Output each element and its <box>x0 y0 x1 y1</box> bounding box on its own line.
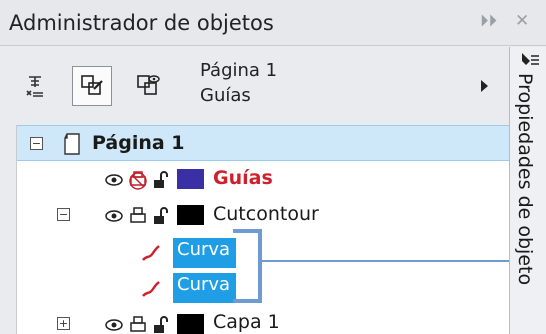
unlocked-icon[interactable] <box>152 206 172 226</box>
swatch-fill <box>177 169 204 189</box>
printer-icon[interactable] <box>128 315 148 334</box>
expand-layer-toggle[interactable]: + <box>57 317 70 330</box>
flyout-menu-arrow-icon[interactable] <box>481 80 488 92</box>
object-tree: − Página 1 Guías − Cutcontour Curva Curv… <box>16 125 510 334</box>
collapse-page-toggle[interactable]: − <box>30 137 43 150</box>
tree-row-layer-capa1[interactable]: + Capa 1 <box>17 308 510 334</box>
current-layer-label: Guías <box>200 85 251 106</box>
layer-options-icon <box>26 76 43 97</box>
callout-bracket <box>233 229 262 303</box>
eye-icon[interactable] <box>104 315 124 334</box>
layer-options-button[interactable] <box>16 66 56 106</box>
curve-icon <box>142 245 160 261</box>
object-properties-side-tab[interactable]: Propiedades de objeto <box>509 47 546 334</box>
tree-row-layer-cutcontour[interactable]: − Cutcontour <box>17 197 510 233</box>
object-manager-toolbar: Página 1 Guías <box>0 47 509 121</box>
collapse-icon[interactable]: ⏵⏵ <box>480 11 497 31</box>
eye-icon[interactable] <box>104 170 124 190</box>
tree-row-object-curve[interactable]: Curva <box>17 235 510 270</box>
docker-title-bar: Administrador de objetos ⏵⏵ ✕ <box>0 0 546 46</box>
printer-icon[interactable] <box>128 206 148 226</box>
edit-across-layers-button[interactable] <box>72 66 112 106</box>
callout-line <box>262 260 512 262</box>
edit-across-layers-icon <box>81 75 103 95</box>
curve-icon <box>142 281 160 297</box>
layer-label-cutcontour: Cutcontour <box>213 203 319 225</box>
object-label-curve-2[interactable]: Curva <box>173 273 237 303</box>
layer-label-capa1: Capa 1 <box>213 311 280 333</box>
eye-icon[interactable] <box>104 206 124 226</box>
object-properties-icon <box>522 53 539 65</box>
layer-manager-view-icon <box>137 75 160 95</box>
page-label: Página 1 <box>92 132 185 154</box>
unlocked-icon[interactable] <box>152 315 172 334</box>
object-label-curve-1[interactable]: Curva <box>173 238 237 268</box>
printer-disabled-icon[interactable] <box>128 170 148 190</box>
layer-label-guides: Guías <box>213 167 273 189</box>
tree-row-object-curve[interactable]: Curva <box>17 271 510 307</box>
tree-row-layer-guides[interactable]: Guías <box>17 161 510 197</box>
swatch-fill <box>177 314 204 334</box>
collapse-layer-toggle[interactable]: − <box>57 208 70 221</box>
layer-color-swatch[interactable] <box>177 314 204 334</box>
unlocked-icon[interactable] <box>152 170 172 190</box>
tree-row-page[interactable]: − Página 1 <box>17 125 510 161</box>
swatch-fill <box>177 205 204 225</box>
close-icon[interactable]: ✕ <box>515 11 529 31</box>
current-page-label: Página 1 <box>200 60 278 81</box>
docker-title: Administrador de objetos <box>9 11 274 35</box>
layer-color-swatch[interactable] <box>177 169 204 189</box>
layer-manager-view-button[interactable] <box>128 66 168 106</box>
object-properties-tab-label: Propiedades de objeto <box>514 73 536 286</box>
layer-color-swatch[interactable] <box>177 205 204 225</box>
page-icon <box>64 133 80 155</box>
current-page-info: Página 1 Guías <box>200 58 277 108</box>
